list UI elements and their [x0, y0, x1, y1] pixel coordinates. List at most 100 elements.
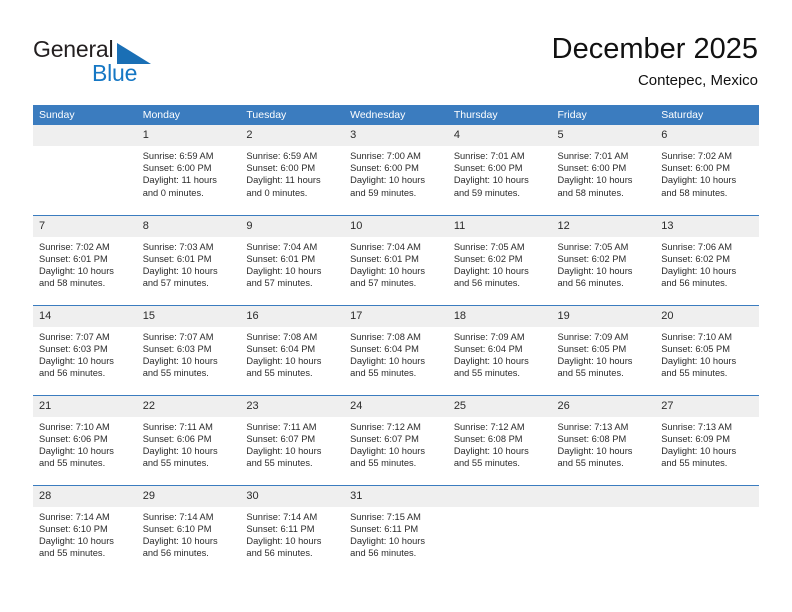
- daylight-text: Daylight: 10 hours and 58 minutes.: [661, 175, 737, 198]
- sunset-text: Sunset: 6:00 PM: [661, 163, 730, 174]
- day-info: Sunrise: 6:59 AM Sunset: 6:00 PM Dayligh…: [240, 146, 344, 199]
- day-info: Sunrise: 7:05 AM Sunset: 6:02 PM Dayligh…: [552, 237, 656, 290]
- sunrise-text: Sunrise: 7:01 AM: [453, 151, 525, 161]
- day-cell[interactable]: 8 Sunrise: 7:03 AM Sunset: 6:01 PM Dayli…: [136, 214, 241, 305]
- daylight-text: Daylight: 10 hours and 55 minutes.: [661, 355, 737, 379]
- day-info: Sunrise: 7:13 AM Sunset: 6:08 PM Dayligh…: [552, 417, 656, 470]
- day-number: 19: [551, 305, 656, 327]
- day-info: Sunrise: 7:02 AM Sunset: 6:00 PM Dayligh…: [655, 146, 759, 199]
- day-number: 30: [240, 485, 345, 507]
- day-number: [447, 485, 552, 507]
- day-info: Sunrise: 6:59 AM Sunset: 6:00 PM Dayligh…: [137, 146, 241, 199]
- day-info: Sunrise: 7:05 AM Sunset: 6:02 PM Dayligh…: [448, 237, 552, 290]
- day-cell[interactable]: 13 Sunrise: 7:06 AM Sunset: 6:02 PM Dayl…: [655, 214, 759, 305]
- day-number: [655, 485, 759, 507]
- day-cell[interactable]: 10 Sunrise: 7:04 AM Sunset: 6:01 PM Dayl…: [344, 214, 448, 305]
- day-cell[interactable]: 21 Sunrise: 7:10 AM Sunset: 6:06 PM Dayl…: [33, 394, 137, 485]
- weekday-header-tuesday: Tuesday: [240, 105, 345, 125]
- day-info: [552, 507, 656, 511]
- day-cell[interactable]: 1 Sunrise: 6:59 AM Sunset: 6:00 PM Dayli…: [136, 125, 241, 215]
- day-number: 28: [33, 485, 137, 507]
- day-cell[interactable]: 2 Sunrise: 6:59 AM Sunset: 6:00 PM Dayli…: [240, 125, 345, 215]
- sunrise-text: Sunrise: 7:14 AM: [39, 511, 110, 522]
- sunset-text: Sunset: 6:04 PM: [246, 343, 316, 354]
- day-number: 16: [240, 305, 345, 327]
- day-cell[interactable]: 9 Sunrise: 7:04 AM Sunset: 6:01 PM Dayli…: [240, 214, 345, 305]
- day-cell[interactable]: 23 Sunrise: 7:11 AM Sunset: 6:07 PM Dayl…: [240, 394, 345, 485]
- day-cell[interactable]: [551, 484, 656, 575]
- day-number: 27: [655, 395, 759, 417]
- day-cell[interactable]: 6 Sunrise: 7:02 AM Sunset: 6:00 PM Dayli…: [655, 125, 759, 215]
- day-cell[interactable]: [447, 484, 552, 575]
- daylight-text: Daylight: 10 hours and 55 minutes.: [246, 445, 322, 469]
- day-cell[interactable]: [655, 484, 759, 575]
- calendar-head: Sunday Monday Tuesday Wednesday Thursday…: [33, 105, 759, 125]
- day-cell[interactable]: 30 Sunrise: 7:14 AM Sunset: 6:11 PM Dayl…: [240, 484, 345, 575]
- sunrise-text: Sunrise: 7:01 AM: [557, 151, 629, 161]
- calendar-body: 1 Sunrise: 6:59 AM Sunset: 6:00 PM Dayli…: [33, 125, 759, 575]
- day-number: 14: [33, 305, 137, 327]
- day-cell[interactable]: 24 Sunrise: 7:12 AM Sunset: 6:07 PM Dayl…: [344, 394, 448, 485]
- daylight-text: Daylight: 10 hours and 56 minutes.: [453, 265, 529, 289]
- day-cell[interactable]: 17 Sunrise: 7:08 AM Sunset: 6:04 PM Dayl…: [344, 304, 448, 395]
- day-info: Sunrise: 7:14 AM Sunset: 6:11 PM Dayligh…: [240, 507, 344, 560]
- sunrise-text: Sunrise: 7:15 AM: [350, 511, 421, 522]
- day-cell[interactable]: 14 Sunrise: 7:07 AM Sunset: 6:03 PM Dayl…: [33, 304, 137, 395]
- sunrise-text: Sunrise: 7:04 AM: [350, 241, 421, 252]
- day-info: Sunrise: 7:08 AM Sunset: 6:04 PM Dayligh…: [240, 327, 344, 380]
- sunset-text: Sunset: 6:05 PM: [557, 343, 627, 354]
- daylight-text: Daylight: 10 hours and 55 minutes.: [350, 445, 426, 469]
- daylight-text: Daylight: 11 hours and 0 minutes.: [142, 175, 217, 198]
- daylight-text: Daylight: 10 hours and 55 minutes.: [142, 445, 218, 469]
- day-info: Sunrise: 7:01 AM Sunset: 6:00 PM Dayligh…: [448, 146, 552, 199]
- day-cell[interactable]: 11 Sunrise: 7:05 AM Sunset: 6:02 PM Dayl…: [447, 214, 552, 305]
- day-info: Sunrise: 7:12 AM Sunset: 6:07 PM Dayligh…: [344, 417, 448, 470]
- day-cell[interactable]: 28 Sunrise: 7:14 AM Sunset: 6:10 PM Dayl…: [33, 484, 137, 575]
- day-info: Sunrise: 7:03 AM Sunset: 6:01 PM Dayligh…: [137, 237, 241, 290]
- day-cell[interactable]: 5 Sunrise: 7:01 AM Sunset: 6:00 PM Dayli…: [551, 125, 656, 215]
- sunset-text: Sunset: 6:10 PM: [39, 523, 108, 534]
- day-info: Sunrise: 7:09 AM Sunset: 6:05 PM Dayligh…: [552, 327, 656, 380]
- day-cell[interactable]: 7 Sunrise: 7:02 AM Sunset: 6:01 PM Dayli…: [33, 214, 137, 305]
- day-cell[interactable]: [33, 125, 137, 215]
- day-cell[interactable]: 18 Sunrise: 7:09 AM Sunset: 6:04 PM Dayl…: [447, 304, 552, 395]
- day-cell[interactable]: 26 Sunrise: 7:13 AM Sunset: 6:08 PM Dayl…: [551, 394, 656, 485]
- day-cell[interactable]: 31 Sunrise: 7:15 AM Sunset: 6:11 PM Dayl…: [344, 484, 448, 575]
- daylight-text: Daylight: 10 hours and 56 minutes.: [661, 265, 737, 289]
- week-row: 1 Sunrise: 6:59 AM Sunset: 6:00 PM Dayli…: [33, 125, 759, 215]
- sunrise-text: Sunrise: 7:09 AM: [453, 331, 525, 342]
- sunrise-text: Sunrise: 7:03 AM: [142, 241, 214, 252]
- day-info: Sunrise: 7:02 AM Sunset: 6:01 PM Dayligh…: [33, 237, 137, 290]
- sunrise-text: Sunrise: 7:08 AM: [246, 331, 318, 342]
- day-number: 2: [240, 125, 345, 146]
- daylight-text: Daylight: 10 hours and 59 minutes.: [453, 175, 529, 198]
- day-cell[interactable]: 29 Sunrise: 7:14 AM Sunset: 6:10 PM Dayl…: [136, 484, 241, 575]
- day-cell[interactable]: 22 Sunrise: 7:11 AM Sunset: 6:06 PM Dayl…: [136, 394, 241, 485]
- day-number: 31: [344, 485, 448, 507]
- day-cell[interactable]: 12 Sunrise: 7:05 AM Sunset: 6:02 PM Dayl…: [551, 214, 656, 305]
- sunrise-text: Sunrise: 7:10 AM: [39, 421, 110, 432]
- day-info: Sunrise: 7:04 AM Sunset: 6:01 PM Dayligh…: [240, 237, 344, 290]
- day-number: 24: [344, 395, 448, 417]
- sunset-text: Sunset: 6:02 PM: [661, 253, 730, 264]
- sunrise-text: Sunrise: 7:09 AM: [557, 331, 629, 342]
- day-number: 11: [447, 215, 552, 237]
- day-number: 20: [655, 305, 759, 327]
- day-cell[interactable]: 27 Sunrise: 7:13 AM Sunset: 6:09 PM Dayl…: [655, 394, 759, 485]
- sunset-text: Sunset: 6:00 PM: [142, 163, 212, 174]
- day-cell[interactable]: 16 Sunrise: 7:08 AM Sunset: 6:04 PM Dayl…: [240, 304, 345, 395]
- day-cell[interactable]: 4 Sunrise: 7:01 AM Sunset: 6:00 PM Dayli…: [447, 125, 552, 215]
- day-cell[interactable]: 25 Sunrise: 7:12 AM Sunset: 6:08 PM Dayl…: [447, 394, 552, 485]
- sunset-text: Sunset: 6:06 PM: [142, 433, 212, 444]
- sunset-text: Sunset: 6:01 PM: [142, 253, 212, 264]
- day-number: 25: [447, 395, 552, 417]
- sunset-text: Sunset: 6:01 PM: [39, 253, 108, 264]
- page-title: December 2025: [551, 33, 758, 65]
- day-cell[interactable]: 19 Sunrise: 7:09 AM Sunset: 6:05 PM Dayl…: [551, 304, 656, 395]
- day-number: 7: [33, 215, 137, 237]
- daylight-text: Daylight: 11 hours and 0 minutes.: [246, 175, 321, 198]
- general-blue-logo[interactable]: General Blue: [33, 36, 233, 88]
- day-cell[interactable]: 15 Sunrise: 7:07 AM Sunset: 6:03 PM Dayl…: [136, 304, 241, 395]
- day-cell[interactable]: 3 Sunrise: 7:00 AM Sunset: 6:00 PM Dayli…: [344, 125, 448, 215]
- day-cell[interactable]: 20 Sunrise: 7:10 AM Sunset: 6:05 PM Dayl…: [655, 304, 759, 395]
